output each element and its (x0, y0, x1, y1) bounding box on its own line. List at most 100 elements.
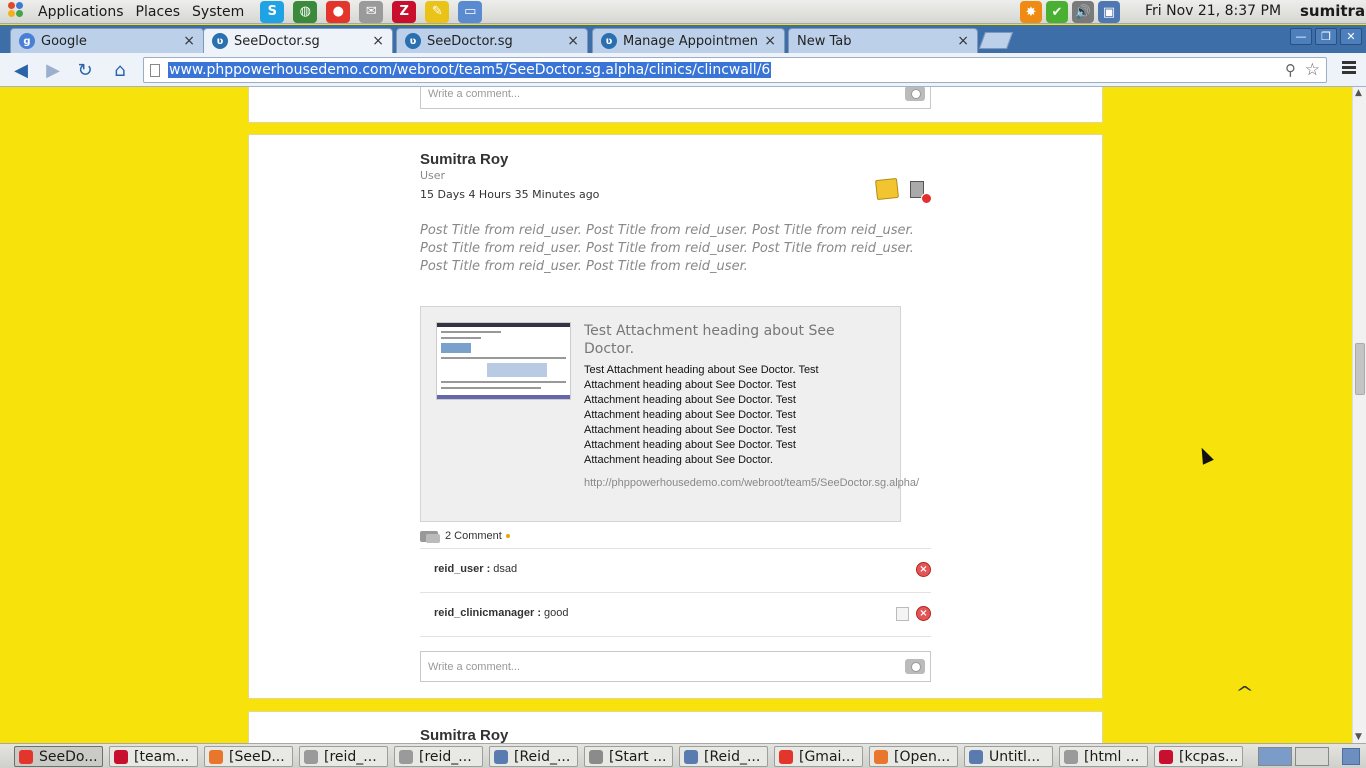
comment-input[interactable]: Write a comment... (420, 651, 931, 682)
workspace-2[interactable] (1295, 747, 1329, 766)
new-tab-button[interactable] (978, 32, 1014, 49)
taskbar-label: [Open... (894, 748, 951, 765)
taskbar-window-button[interactable]: [Open... (869, 746, 958, 767)
chrome-icon[interactable]: ● (326, 0, 351, 23)
panel-clock[interactable]: Fri Nov 21, 8:37 PM (1145, 3, 1281, 19)
browser-tab[interactable]: ʋ Manage Appointment × (592, 28, 785, 53)
taskbar-window-button[interactable]: [html ... (1059, 746, 1148, 767)
forward-icon[interactable]: ▶ (41, 59, 65, 81)
taskbar-window-button[interactable]: [Reid_... (489, 746, 578, 767)
seedoctor-favicon: ʋ (601, 33, 617, 49)
attachment-title[interactable]: Test Attachment heading about See Doctor… (584, 322, 854, 358)
scroll-down-icon[interactable]: ▼ (1355, 732, 1362, 742)
delete-post-icon[interactable] (908, 179, 932, 204)
comment-count[interactable]: 2 Comment (420, 530, 510, 543)
minimize-window-button[interactable]: — (1290, 28, 1312, 45)
comment-count-label: 2 Comment (445, 530, 502, 542)
comment-divider (420, 636, 931, 637)
file-manager-icon[interactable]: ▭ (458, 0, 483, 23)
taskbar-window-button[interactable]: [kcpas... (1154, 746, 1243, 767)
post-role-wrap: User (420, 169, 932, 182)
previous-comment-input[interactable]: Write a comment... (420, 87, 931, 109)
delete-comment-icon[interactable]: × (916, 606, 931, 621)
taskbar-window-button[interactable]: [SeeD... (204, 746, 293, 767)
show-desktop-icon[interactable] (1342, 748, 1360, 765)
back-icon[interactable]: ◀ (9, 59, 33, 81)
text-file-icon (684, 749, 698, 764)
text-editor-icon[interactable]: ✎ (425, 0, 450, 23)
address-url[interactable]: www.phppowerhousedemo.com/webroot/team5/… (168, 62, 772, 78)
mail-client-icon[interactable]: ✉ (359, 0, 384, 23)
browser-tab[interactable]: New Tab × (788, 28, 978, 53)
panel-menus: Applications Places System (0, 0, 250, 24)
filezilla-icon[interactable]: Z (392, 0, 417, 23)
comment-user[interactable]: reid_clinicmanager : (434, 607, 541, 619)
comment-body: dsad (490, 563, 518, 575)
delete-comment-icon[interactable]: × (916, 562, 931, 577)
search-icon[interactable]: ⚲ (1285, 61, 1296, 79)
browser-tab[interactable]: ʋ SeeDoctor.sg × (203, 28, 393, 53)
chrome-icon (19, 749, 33, 764)
edit-post-icon[interactable] (875, 177, 899, 201)
comment-user[interactable]: reid_user : (434, 563, 490, 575)
browser-tab[interactable]: g Google × (10, 28, 204, 53)
top-panel: Applications Places System S ◍ ● ✉ Z ✎ ▭ ✸ ✔ 🔊 ▣ … (0, 0, 1366, 24)
status-ok-icon[interactable]: ✔ (1046, 1, 1068, 23)
comment-placeholder: Write a comment... (428, 88, 521, 100)
browser-tab[interactable]: ʋ SeeDoctor.sg × (396, 28, 588, 53)
taskbar-window-button[interactable]: [team... (109, 746, 198, 767)
address-bar[interactable]: www.phppowerhousedemo.com/webroot/team5/… (143, 57, 1327, 83)
attachment-url[interactable]: http://phppowerhousedemo.com/webroot/tea… (584, 476, 919, 491)
application-icon (589, 749, 603, 764)
tab-close-icon[interactable]: × (372, 33, 384, 49)
taskbar-window-button[interactable]: Untitl... (964, 746, 1053, 767)
edit-comment-icon[interactable] (896, 607, 909, 621)
google-favicon: g (19, 33, 35, 49)
tab-close-icon[interactable]: × (567, 33, 579, 49)
mouse-cursor-icon (1196, 445, 1214, 465)
panel-username[interactable]: sumitra (1300, 2, 1365, 20)
camera-icon[interactable] (905, 87, 925, 101)
close-window-button[interactable]: ✕ (1340, 28, 1362, 45)
tab-title: SeeDoctor.sg (427, 33, 513, 49)
taskbar-window-button[interactable]: [Reid_... (679, 746, 768, 767)
author-name[interactable]: Sumitra Roy (420, 727, 932, 743)
post-card: Sumitra Roy User 15 Days 4 Hours 35 Minu… (248, 134, 1103, 699)
tab-close-icon[interactable]: × (764, 33, 776, 49)
attachment-preview[interactable]: Test Attachment heading about See Doctor… (420, 306, 919, 522)
page-scrollbar[interactable]: ▲ ▼ (1352, 87, 1366, 743)
post-author: Sumitra Roy (420, 151, 932, 168)
bookmark-star-icon[interactable]: ☆ (1305, 60, 1320, 80)
restore-window-button[interactable]: ❐ (1315, 28, 1337, 45)
taskbar-window-button[interactable]: SeeDo... (14, 746, 103, 767)
taskbar-window-button[interactable]: [Start ... (584, 746, 673, 767)
network-globe-icon[interactable]: ◍ (293, 0, 318, 23)
volume-icon[interactable]: 🔊 (1072, 1, 1094, 23)
chrome-menu-icon[interactable] (1342, 61, 1356, 76)
menu-system[interactable]: System (186, 4, 250, 20)
bottom-taskbar: SeeDo... [team... [SeeD... [reid_... [reid_.… (0, 743, 1366, 768)
reload-icon[interactable]: ↻ (73, 59, 97, 81)
scrollbar-thumb[interactable] (1355, 343, 1365, 395)
camera-icon[interactable] (905, 659, 925, 674)
menu-places[interactable]: Places (130, 4, 187, 20)
seedoctor-favicon: ʋ (405, 33, 421, 49)
browser-tab-strip: g Google × ʋ SeeDoctor.sg × ʋ SeeDoctor.sg × ʋ Man… (0, 25, 1366, 53)
comment-body: good (541, 607, 569, 619)
taskbar-window-button[interactable]: [reid_... (299, 746, 388, 767)
browser-toolbar: ◀ ▶ ↻ ⌂ www.phppowerhousedemo.com/webroo… (0, 53, 1366, 87)
scroll-to-top-icon[interactable]: ^ (1235, 683, 1254, 702)
tab-close-icon[interactable]: × (183, 33, 195, 49)
taskbar-window-button[interactable]: [reid_... (394, 746, 483, 767)
taskbar-window-button[interactable]: [Gmai... (774, 746, 863, 767)
menu-applications[interactable]: Applications (32, 4, 130, 20)
skype-icon[interactable]: S (260, 0, 285, 23)
home-icon[interactable]: ⌂ (108, 59, 132, 81)
workspace-1[interactable] (1258, 747, 1292, 766)
scroll-up-icon[interactable]: ▲ (1355, 88, 1362, 98)
attachment-thumbnail[interactable] (436, 322, 571, 400)
tab-close-icon[interactable]: × (957, 33, 969, 49)
author-name[interactable]: Sumitra Roy (420, 151, 932, 168)
update-notifier-icon[interactable]: ✸ (1020, 1, 1042, 23)
network-connection-icon[interactable]: ▣ (1098, 1, 1120, 23)
